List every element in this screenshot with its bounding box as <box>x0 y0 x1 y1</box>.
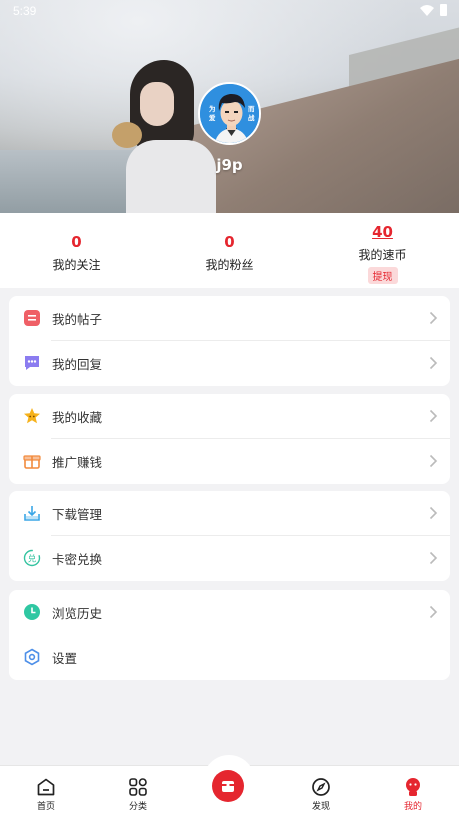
nav-label-discover: 发现 <box>311 802 330 812</box>
person-body <box>126 140 216 213</box>
menu-item-download-manager[interactable]: 下载管理 <box>9 491 450 536</box>
username[interactable]: j9p <box>0 156 459 174</box>
menu-label-my-posts: 我的帖子 <box>52 312 103 327</box>
post-icon <box>24 310 40 326</box>
nav-label-category: 分类 <box>128 802 147 812</box>
menu-item-my-replies[interactable]: 我的回复 <box>9 341 450 386</box>
chevron-right-icon <box>429 506 438 520</box>
settings-icon <box>24 648 40 666</box>
menu-card-posts: 我的帖子 我的回复 <box>9 296 450 386</box>
chevron-right-icon <box>429 409 438 423</box>
center-action-button[interactable] <box>212 770 244 802</box>
nav-item-home[interactable]: 首页 <box>0 766 92 817</box>
menu-item-settings[interactable]: 设置 <box>9 635 450 680</box>
coconut-cup <box>112 122 142 148</box>
nav-item-mine[interactable]: 我的 <box>367 766 459 817</box>
profile-icon <box>406 778 420 796</box>
battery-icon <box>440 4 447 16</box>
svg-text:爱: 爱 <box>209 113 216 122</box>
stat-coins[interactable]: 40 我的速币 提现 <box>306 223 459 284</box>
menu-label-card-redeem: 卡密兑换 <box>52 552 103 567</box>
nav-label-home: 首页 <box>36 802 55 812</box>
svg-text:战: 战 <box>248 113 255 122</box>
nav-item-category[interactable]: 分类 <box>92 766 184 817</box>
status-icons <box>420 4 447 16</box>
stat-followers[interactable]: 0 我的粉丝 <box>153 233 306 273</box>
menu-item-card-redeem[interactable]: 兑 卡密兑换 <box>9 536 450 581</box>
menu-label-promote-earn: 推广赚钱 <box>52 455 103 470</box>
person-face <box>140 82 174 126</box>
wifi-icon <box>420 4 434 16</box>
chevron-right-icon <box>429 356 438 370</box>
menu-label-my-replies: 我的回复 <box>52 357 103 372</box>
menu-card-downloads: 下载管理 兑 卡密兑换 <box>9 491 450 581</box>
withdraw-button[interactable]: 提现 <box>367 267 398 284</box>
star-icon <box>24 408 40 424</box>
stat-coins-label: 我的速币 <box>358 248 407 262</box>
stat-following-label: 我的关注 <box>52 258 101 272</box>
stat-coins-count: 40 <box>372 223 393 241</box>
compass-icon <box>312 778 330 796</box>
menu-item-my-favorites[interactable]: 我的收藏 <box>9 394 450 439</box>
reply-icon <box>25 356 39 370</box>
clock-icon <box>24 604 40 620</box>
menu-item-promote-earn[interactable]: 推广赚钱 <box>9 439 450 484</box>
stat-following-count: 0 <box>71 233 82 251</box>
stat-followers-label: 我的粉丝 <box>205 258 254 272</box>
nav-item-discover[interactable]: 发现 <box>275 766 367 817</box>
menu-label-browse-history: 浏览历史 <box>52 606 103 621</box>
stat-followers-count: 0 <box>224 233 235 251</box>
avatar[interactable]: 为 爱 而 战 <box>198 82 261 145</box>
grid-icon <box>129 778 147 796</box>
svg-text:兑: 兑 <box>28 554 37 565</box>
svg-text:而: 而 <box>248 105 255 113</box>
gift-icon <box>23 455 41 469</box>
banner-person <box>112 60 218 213</box>
exchange-icon: 兑 <box>23 549 41 567</box>
menu-item-my-posts[interactable]: 我的帖子 <box>9 296 450 341</box>
status-time: 5:39 <box>13 4 37 18</box>
chevron-right-icon <box>429 551 438 565</box>
chevron-right-icon <box>429 454 438 468</box>
menu-card-favorites: 我的收藏 推广赚钱 <box>9 394 450 484</box>
center-action-icon <box>222 781 234 792</box>
svg-text:为: 为 <box>209 104 216 113</box>
stat-following[interactable]: 0 我的关注 <box>0 233 153 273</box>
chevron-right-icon <box>429 311 438 325</box>
stats-bar: 0 我的关注 0 我的粉丝 40 我的速币 提现 <box>0 213 459 288</box>
nav-label-mine: 我的 <box>403 802 422 812</box>
menu-item-browse-history[interactable]: 浏览历史 <box>9 590 450 635</box>
menu-label-my-favorites: 我的收藏 <box>52 410 103 425</box>
menu-card-history: 浏览历史 设置 <box>9 590 450 680</box>
chevron-right-icon <box>429 605 438 619</box>
download-icon <box>24 506 40 521</box>
menu-label-settings: 设置 <box>52 651 78 666</box>
menu-label-download-manager: 下载管理 <box>52 507 103 522</box>
home-icon <box>37 778 55 796</box>
